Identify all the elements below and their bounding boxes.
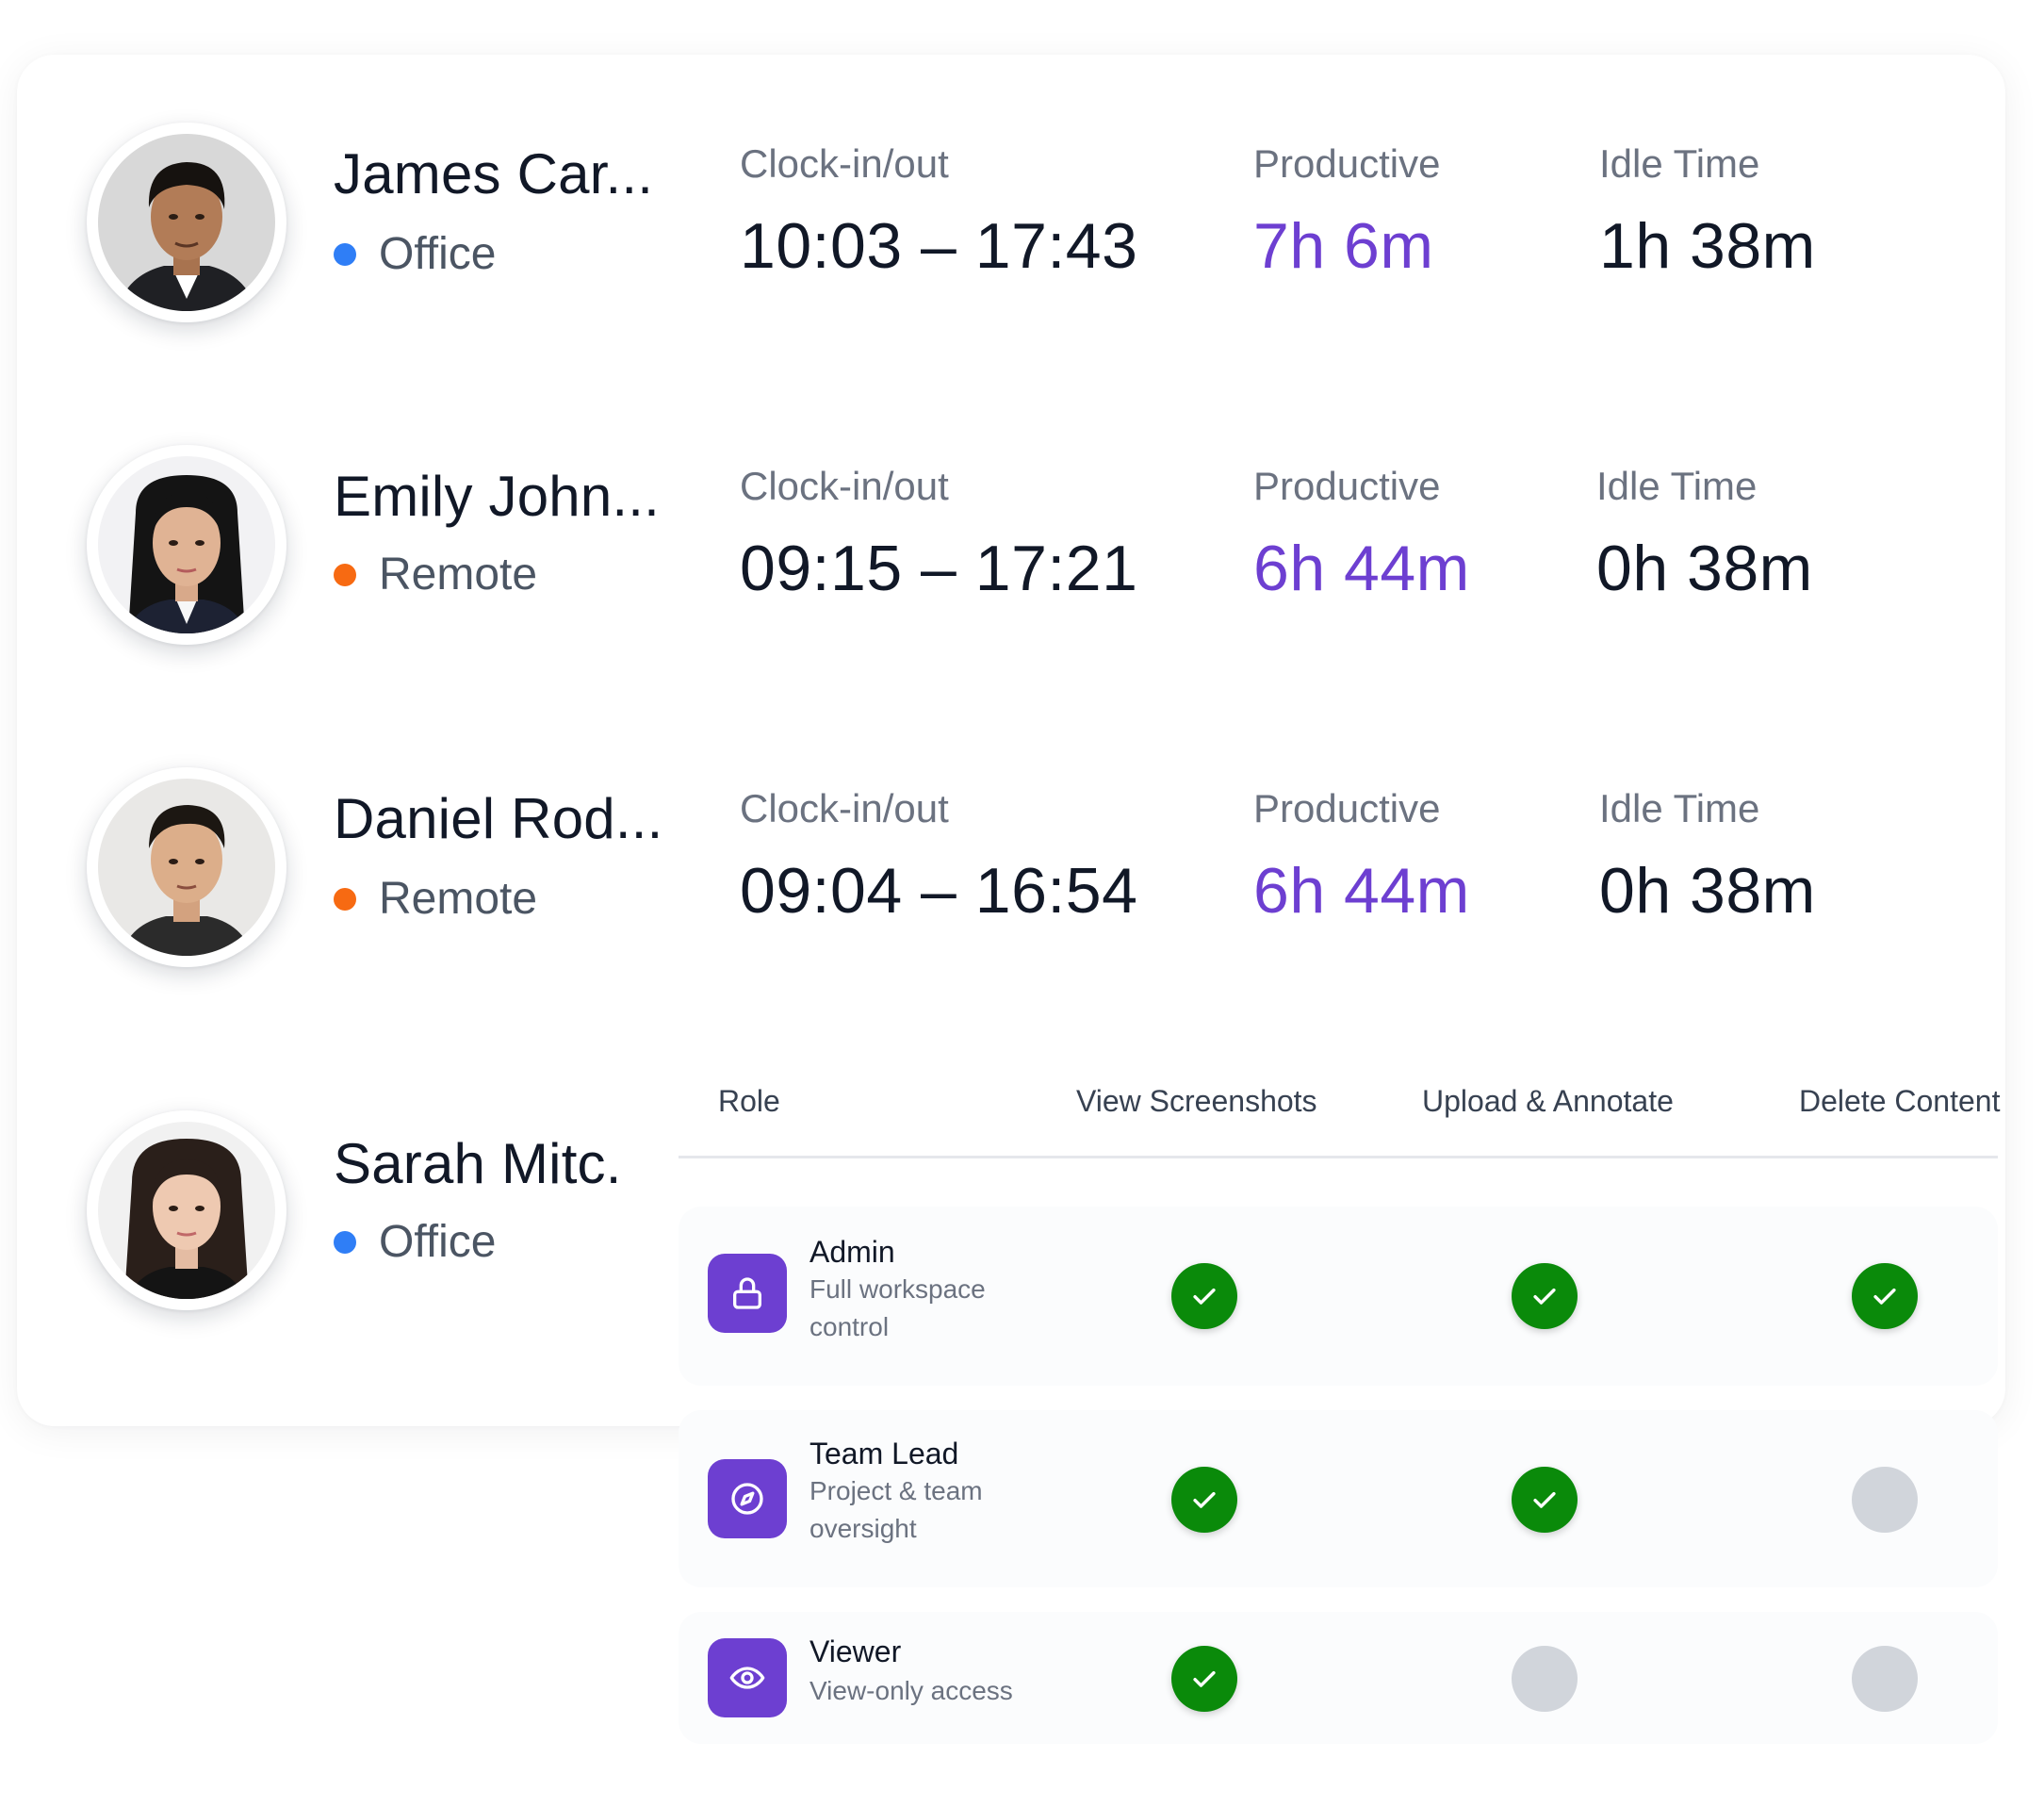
role-name: Team Lead (809, 1437, 959, 1470)
table-row-viewer[interactable]: Viewer View-only access (679, 1612, 1998, 1744)
productive-label: Productive (1253, 786, 1441, 830)
activity-dashboard: James Car... Office Clock-in/out 10:03 –… (0, 0, 2044, 1807)
permission-granted-check-icon[interactable] (1512, 1467, 1578, 1533)
employee-name: Daniel Rod... (334, 787, 663, 850)
clock-label: Clock-in/out (740, 141, 949, 186)
avatar (87, 767, 286, 967)
location-status: Office (334, 1216, 497, 1268)
column-header-upload-annotate: Upload & Annotate (1422, 1084, 1674, 1118)
role-description: Full workspace control (809, 1274, 986, 1341)
permission-granted-check-icon[interactable] (1512, 1263, 1578, 1329)
productive-label: Productive (1253, 464, 1441, 508)
permission-denied-indicator[interactable] (1852, 1646, 1918, 1712)
idle-value: 0h 38m (1599, 855, 1816, 927)
remote-status-dot (334, 563, 356, 586)
column-header-view-screenshots: View Screenshots (1076, 1084, 1317, 1118)
role-name: Admin (809, 1235, 895, 1269)
lock-icon (708, 1254, 787, 1333)
permission-denied-indicator[interactable] (1512, 1646, 1578, 1712)
idle-label: Idle Time (1599, 786, 1760, 830)
permission-denied-indicator[interactable] (1852, 1467, 1918, 1533)
office-status-dot (334, 242, 356, 266)
location-status: Remote (334, 873, 537, 925)
compass-icon (708, 1459, 787, 1538)
permission-granted-check-icon[interactable] (1852, 1263, 1918, 1329)
permission-granted-check-icon[interactable] (1171, 1467, 1237, 1533)
employee-row[interactable]: James Car... Office Clock-in/out 10:03 –… (0, 123, 2044, 349)
column-header-role: Role (718, 1084, 780, 1118)
clock-label: Clock-in/out (740, 464, 949, 508)
location-label: Office (379, 1217, 497, 1267)
location-label: Office (379, 229, 497, 279)
avatar (87, 123, 286, 322)
location-status: Remote (334, 549, 537, 600)
employee-row[interactable]: Emily John... Remote Clock-in/out 09:15 … (0, 443, 2044, 669)
idle-value: 1h 38m (1599, 210, 1816, 282)
table-row-team-lead[interactable]: Team Lead Project & team oversight (679, 1410, 1998, 1587)
avatar (87, 1110, 286, 1310)
person-photo-icon (98, 456, 275, 633)
table-divider (679, 1156, 1998, 1158)
role-description: Project & team oversight (809, 1476, 983, 1543)
clock-value: 10:03 – 17:43 (740, 210, 1138, 282)
column-header-delete-content: Delete Content (1799, 1084, 2001, 1118)
idle-label: Idle Time (1599, 141, 1760, 186)
employee-name: Emily John... (334, 465, 661, 528)
role-description: View-only access (809, 1676, 1013, 1705)
productive-label: Productive (1253, 141, 1441, 186)
permission-granted-check-icon[interactable] (1171, 1263, 1237, 1329)
location-label: Remote (379, 874, 538, 924)
clock-label: Clock-in/out (740, 786, 949, 830)
permission-granted-check-icon[interactable] (1171, 1646, 1237, 1712)
person-photo-icon (98, 779, 275, 956)
person-photo-icon (98, 1122, 275, 1299)
clock-value: 09:04 – 16:54 (740, 855, 1138, 927)
location-status: Office (334, 228, 497, 280)
idle-value: 0h 38m (1596, 533, 1813, 604)
clock-value: 09:15 – 17:21 (740, 533, 1138, 604)
employee-row[interactable]: Daniel Rod... Remote Clock-in/out 09:04 … (0, 765, 2044, 992)
table-row-admin[interactable]: Admin Full workspace control (679, 1207, 1998, 1386)
idle-label: Idle Time (1596, 464, 1758, 508)
productive-value: 7h 6m (1253, 210, 1434, 282)
office-status-dot (334, 1230, 356, 1254)
location-label: Remote (379, 550, 538, 600)
person-photo-icon (98, 134, 275, 311)
productive-value: 6h 44m (1253, 855, 1470, 927)
permissions-table: Role View Screenshots Upload & Annotate … (679, 1075, 2001, 1753)
employee-name: Sarah Mitc. (334, 1132, 622, 1195)
avatar (87, 445, 286, 645)
role-name: Viewer (809, 1635, 902, 1668)
eye-icon (708, 1638, 787, 1717)
remote-status-dot (334, 887, 356, 911)
productive-value: 6h 44m (1253, 533, 1470, 604)
employee-name: James Car... (334, 142, 654, 205)
